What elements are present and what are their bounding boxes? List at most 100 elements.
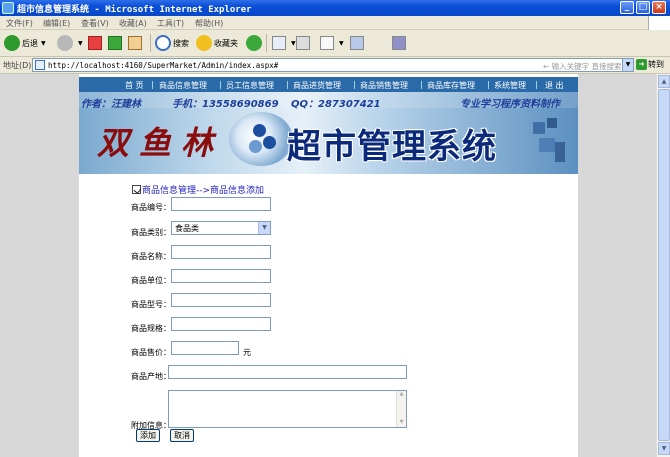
model-input[interactable] — [171, 293, 271, 307]
menu-edit[interactable]: 编辑(E) — [43, 18, 70, 29]
nav-product-info[interactable]: 商品信息管理 — [159, 80, 207, 91]
scroll-up-arrow-icon[interactable]: ▲ — [658, 75, 670, 88]
category-select[interactable]: 食品类 ▼ — [171, 221, 271, 235]
top-nav: 首 页 | 商品信息管理 | 员工信息管理 | 商品进货管理 | 商品销售管理 … — [79, 77, 578, 92]
back-label: 后退 — [22, 38, 38, 48]
address-bar: 地址(D) http://localhost:4160/SuperMarket/… — [0, 57, 670, 74]
chevron-down-icon[interactable]: ▼ — [339, 40, 344, 47]
favorites-label: 收藏夹 — [214, 38, 238, 48]
nav-employee-info[interactable]: 员工信息管理 — [226, 80, 274, 91]
nav-purchase[interactable]: 商品进货管理 — [293, 80, 341, 91]
address-url[interactable]: http://localhost:4160/SuperMarket/Admin/… — [48, 61, 278, 70]
search-hint: ← 输入关键字 直接搜索 — [543, 62, 622, 71]
edit-button[interactable]: ▼ — [320, 35, 344, 51]
refresh-button[interactable] — [108, 35, 124, 51]
messenger-button[interactable] — [350, 35, 366, 51]
menu-tools[interactable]: 工具(T) — [157, 18, 184, 29]
spec-input[interactable] — [171, 317, 271, 331]
window-title: 超市信息管理系统 - Microsoft Internet Explorer — [17, 5, 252, 15]
banner-brand: 双鱼林 — [97, 124, 224, 162]
history-icon — [246, 35, 262, 51]
category-label: 商品类别： — [131, 228, 171, 237]
chevron-down-icon[interactable]: ▼ — [258, 222, 270, 234]
forward-button[interactable]: ▼ — [57, 35, 83, 51]
scrollbar-thumb[interactable] — [658, 89, 670, 441]
menu-file[interactable]: 文件(F) — [6, 18, 33, 29]
cancel-button[interactable]: 取消 — [170, 429, 194, 442]
price-unit: 元 — [243, 348, 251, 357]
forward-arrow-icon — [57, 35, 73, 51]
textarea-scrollbar[interactable]: ▲ ▼ — [396, 391, 406, 427]
stop-button[interactable] — [88, 35, 104, 51]
banner-slogan: 专业学习程序资料制作 — [460, 99, 560, 110]
price-input[interactable] — [171, 341, 239, 355]
banner-qq: QQ：287307421 — [291, 99, 381, 110]
close-button[interactable]: × — [652, 1, 666, 14]
menu-help[interactable]: 帮助(H) — [195, 18, 223, 29]
vertical-scrollbar[interactable]: ▲ ▼ — [656, 74, 670, 457]
nav-separator: | — [353, 80, 356, 89]
page-viewport: 首 页 | 商品信息管理 | 员工信息管理 | 商品进货管理 | 商品销售管理 … — [0, 74, 656, 457]
mail-button[interactable]: ▼ — [272, 35, 296, 51]
mail-icon — [272, 36, 286, 50]
go-arrow-icon: ➜ — [636, 59, 647, 70]
refresh-icon — [108, 36, 122, 50]
unit-input[interactable] — [171, 269, 271, 283]
back-button[interactable]: 后退 ▼ — [4, 35, 46, 51]
model-label: 商品型号： — [131, 300, 171, 309]
toolbar-separator — [266, 34, 267, 52]
chevron-down-icon[interactable]: ▼ — [41, 40, 46, 47]
banner-phone: 手机：13558690869 — [172, 99, 279, 110]
favorites-button[interactable]: 收藏夹 — [196, 35, 238, 51]
scroll-down-arrow-icon[interactable]: ▼ — [658, 442, 670, 455]
banner-author: 作者：汪建林 — [81, 99, 141, 110]
code-input[interactable] — [171, 197, 271, 211]
print-button[interactable] — [296, 35, 312, 51]
minimize-button[interactable]: _ — [620, 1, 634, 14]
search-icon — [155, 35, 171, 51]
scroll-up-icon[interactable]: ▲ — [397, 391, 406, 399]
extra-textarea[interactable]: ▲ ▼ — [168, 390, 407, 428]
star-icon — [196, 35, 212, 51]
go-button[interactable]: ➜ 转到 — [636, 59, 664, 70]
ie-app-icon — [2, 2, 14, 14]
standard-toolbar: 后退 ▼ ▼ 搜索 收藏夹 ▼ ▼ — [0, 30, 670, 57]
menu-view[interactable]: 查看(V) — [81, 18, 109, 29]
research-button[interactable] — [392, 35, 408, 51]
back-arrow-icon — [4, 35, 20, 51]
nav-sales[interactable]: 商品销售管理 — [360, 80, 408, 91]
origin-input[interactable] — [168, 365, 407, 379]
menu-favorites[interactable]: 收藏(A) — [119, 18, 147, 29]
add-button[interactable]: 添加 — [136, 429, 160, 442]
window-titlebar[interactable]: 超市信息管理系统 - Microsoft Internet Explorer _… — [0, 0, 670, 16]
address-dropdown-chevron-icon[interactable]: ▼ — [622, 59, 633, 71]
chevron-down-icon[interactable]: ▼ — [78, 40, 83, 47]
chevron-down-icon[interactable]: ▼ — [291, 40, 296, 47]
price-label: 商品售价： — [131, 348, 171, 357]
nav-separator: | — [420, 80, 423, 89]
search-button[interactable]: 搜索 — [155, 35, 189, 51]
stop-icon — [88, 36, 102, 50]
spec-label: 商品规格： — [131, 324, 171, 333]
nav-home[interactable]: 首 页 — [125, 80, 144, 91]
maximize-button[interactable]: □ — [636, 1, 650, 14]
name-input[interactable] — [171, 245, 271, 259]
banner-grid-graphic — [533, 118, 565, 162]
origin-label: 商品产地： — [131, 372, 171, 381]
history-button[interactable] — [246, 35, 264, 51]
name-label: 商品名称： — [131, 252, 171, 261]
windows-flag-icon — [648, 16, 670, 30]
nav-inventory[interactable]: 商品库存管理 — [427, 80, 475, 91]
nav-separator: | — [219, 80, 222, 89]
nav-separator: | — [151, 80, 154, 89]
address-input[interactable]: http://localhost:4160/SuperMarket/Admin/… — [32, 58, 634, 72]
home-button[interactable] — [128, 35, 144, 51]
nav-logout[interactable]: 退 出 — [545, 80, 564, 91]
nav-system[interactable]: 系统管理 — [494, 80, 526, 91]
breadcrumb-text[interactable]: 商品信息管理-->商品信息添加 — [142, 183, 264, 196]
nav-separator: | — [535, 80, 538, 89]
scroll-down-icon[interactable]: ▼ — [397, 419, 406, 427]
banner-orb-graphic — [229, 112, 293, 166]
research-icon — [392, 36, 406, 50]
go-label: 转到 — [648, 60, 664, 69]
